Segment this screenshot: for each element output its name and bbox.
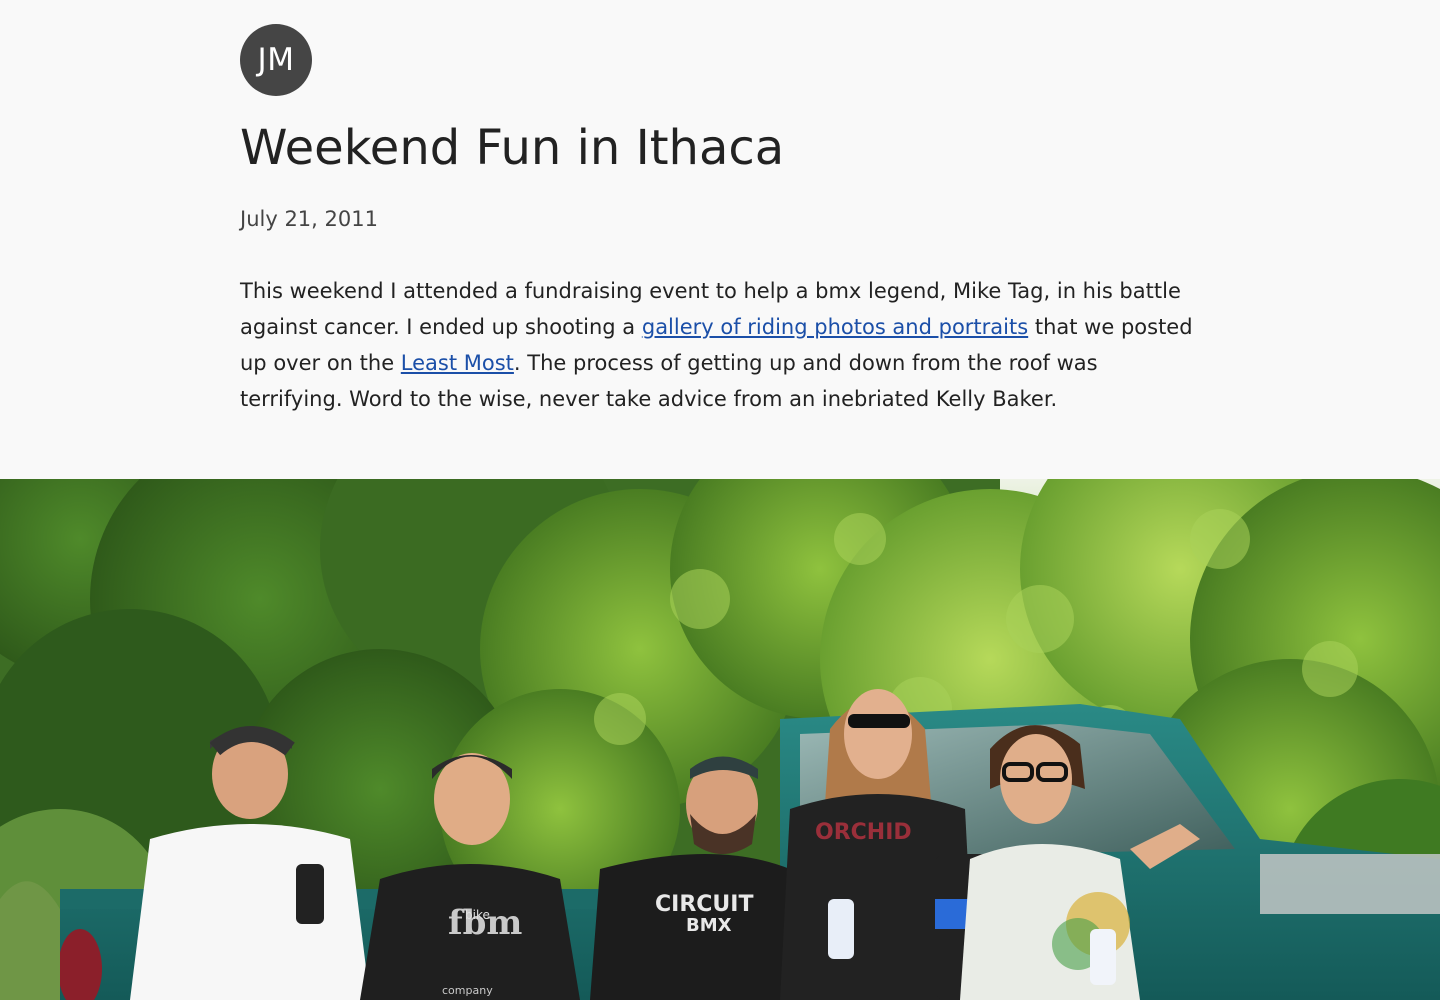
post-date: July 21, 2011 — [240, 207, 378, 231]
bike-shirt-text: bike — [465, 908, 490, 922]
gallery-link[interactable]: gallery of riding photos and portraits — [642, 315, 1028, 339]
least-most-link[interactable]: Least Most — [401, 351, 514, 375]
orchid-shirt-text: ORCHID — [815, 820, 912, 845]
group-photo: fbm bike company CIRCUIT BMX ORCHID — [0, 479, 1440, 1000]
bmx-shirt-text: BMX — [686, 915, 732, 936]
author-avatar[interactable]: JM — [240, 24, 312, 96]
circuit-shirt-text: CIRCUIT — [655, 892, 753, 917]
post-title: Weekend Fun in Ithaca — [240, 120, 785, 176]
group-photo-image: fbm bike company CIRCUIT BMX ORCHID — [0, 479, 1440, 1000]
post-page: JM Weekend Fun in Ithaca July 21, 2011 T… — [0, 0, 1440, 1000]
company-shirt-text: company — [442, 984, 493, 997]
post-body: This weekend I attended a fundraising ev… — [240, 273, 1205, 417]
post-header: JM Weekend Fun in Ithaca July 21, 2011 T… — [240, 0, 1200, 479]
